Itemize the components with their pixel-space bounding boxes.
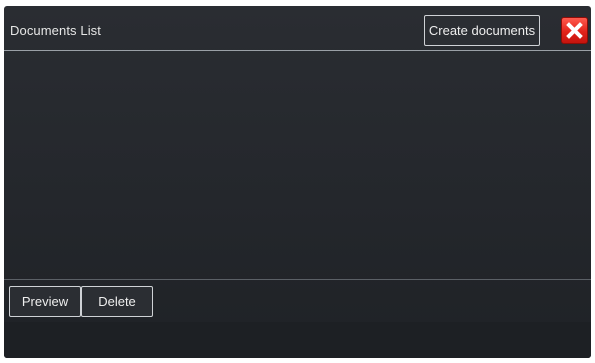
delete-button[interactable]: Delete — [81, 286, 153, 317]
documents-list-window: Documents List Create documents Preview … — [4, 6, 591, 358]
documents-list-area — [4, 51, 591, 279]
footer-strip — [4, 322, 591, 358]
close-icon — [566, 22, 583, 39]
close-button[interactable] — [561, 17, 588, 44]
header-bar: Documents List Create documents — [4, 6, 591, 50]
footer-bar: Preview Delete — [4, 280, 591, 358]
create-documents-button[interactable]: Create documents — [424, 15, 540, 46]
window-title: Documents List — [10, 23, 101, 38]
preview-button[interactable]: Preview — [9, 286, 81, 317]
